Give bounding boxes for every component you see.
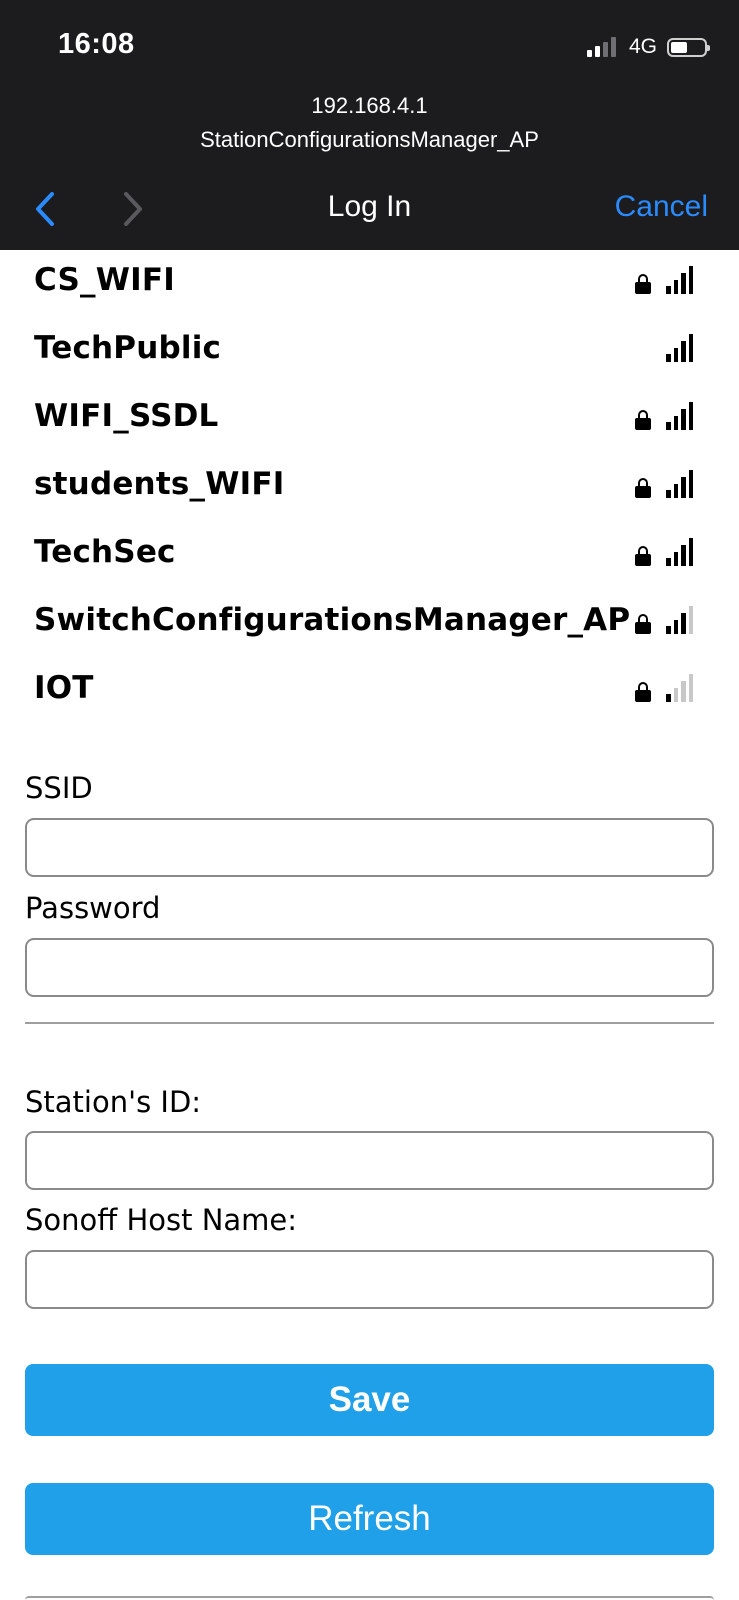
network-list: CS_WIFI TechPublic WIFI_SSDL students_WI… — [0, 250, 739, 726]
lock-icon — [635, 410, 651, 430]
wifi-signal-icon — [666, 400, 696, 430]
ssid-input[interactable] — [25, 818, 714, 877]
password-input[interactable] — [25, 938, 714, 997]
password-label: Password — [25, 891, 161, 925]
lock-icon — [635, 546, 651, 566]
wifi-signal-icon — [666, 672, 696, 702]
host-name-input[interactable] — [25, 1250, 714, 1309]
ssid-label: SSID — [25, 771, 93, 805]
network-name[interactable]: SwitchConfigurationsManager_AP — [34, 602, 630, 638]
network-name[interactable]: TechPublic — [34, 330, 221, 366]
wifi-signal-icon — [666, 604, 696, 634]
host-name-label: Sonoff Host Name: — [25, 1203, 298, 1237]
network-item[interactable]: CS_WIFI — [0, 250, 739, 318]
lock-icon — [635, 682, 651, 702]
network-item[interactable]: IOT — [0, 658, 739, 726]
wifi-signal-icon — [666, 264, 696, 294]
network-name[interactable]: students_WIFI — [34, 466, 284, 502]
network-item[interactable]: SwitchConfigurationsManager_AP — [0, 590, 739, 658]
next-field-edge — [25, 1596, 714, 1600]
status-indicators: 4G — [586, 34, 710, 60]
network-name[interactable]: CS_WIFI — [34, 262, 175, 298]
cellular-signal-icon — [586, 37, 619, 57]
wifi-signal-icon — [666, 536, 696, 566]
network-name[interactable]: WIFI_SSDL — [34, 398, 219, 434]
browser-chrome: 16:08 4G 192.168.4.1 StationConfiguratio… — [0, 0, 739, 250]
network-item[interactable]: TechPublic — [0, 318, 739, 386]
page-host: 192.168.4.1 — [311, 93, 428, 118]
network-item[interactable]: TechSec — [0, 522, 739, 590]
lock-icon — [635, 478, 651, 498]
network-name[interactable]: TechSec — [34, 534, 176, 570]
station-id-label: Station's ID: — [25, 1085, 202, 1119]
station-id-input[interactable] — [25, 1131, 714, 1190]
network-name[interactable]: IOT — [34, 670, 94, 706]
wifi-signal-icon — [666, 468, 696, 498]
page-network-name: StationConfigurationsManager_AP — [200, 127, 539, 152]
network-item[interactable]: students_WIFI — [0, 454, 739, 522]
lock-icon — [635, 614, 651, 634]
network-item[interactable]: WIFI_SSDL — [0, 386, 739, 454]
save-button[interactable]: Save — [25, 1364, 714, 1436]
form-divider — [25, 1022, 714, 1024]
refresh-button[interactable]: Refresh — [25, 1483, 714, 1555]
cancel-button[interactable]: Cancel — [615, 190, 708, 224]
network-type: 4G — [628, 35, 657, 58]
lock-icon — [635, 274, 651, 294]
status-time: 16:08 — [58, 28, 135, 60]
battery-icon — [667, 37, 710, 57]
wifi-signal-icon — [666, 332, 696, 362]
